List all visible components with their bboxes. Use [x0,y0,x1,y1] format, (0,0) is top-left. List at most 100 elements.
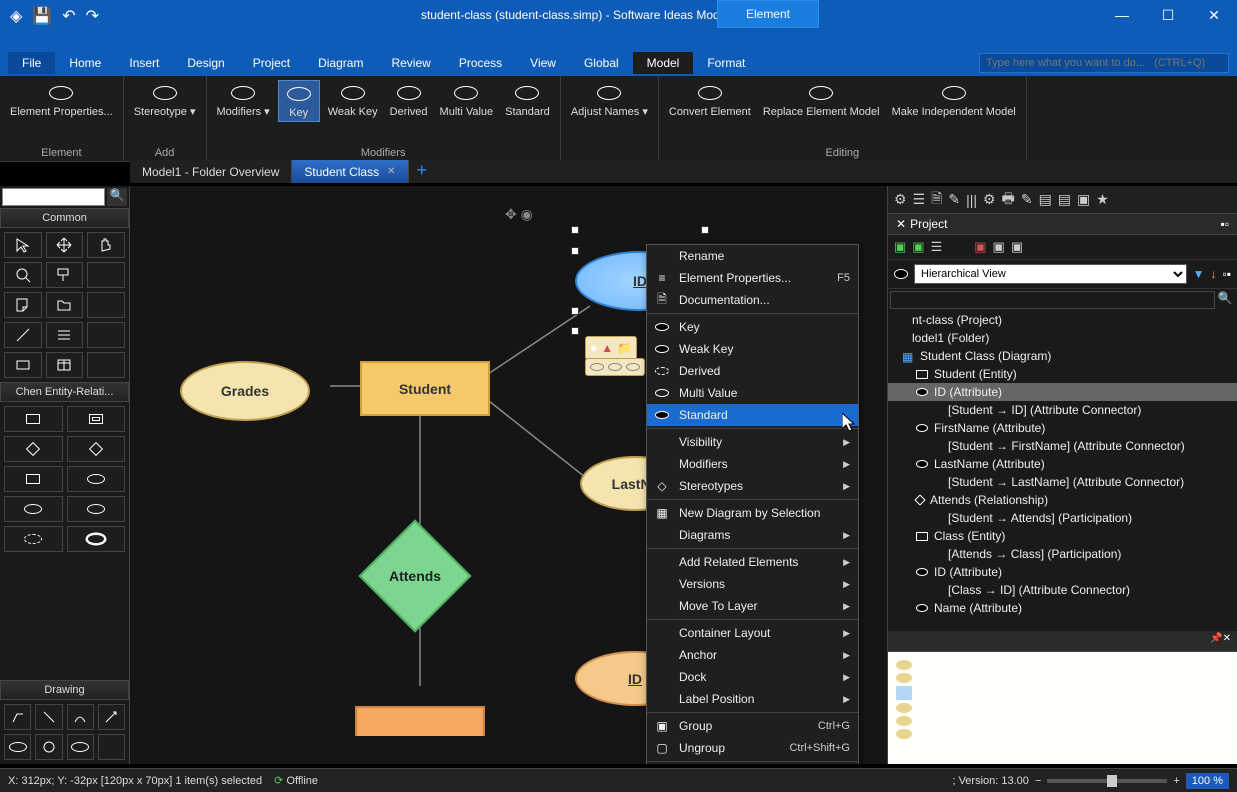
node-grades[interactable]: Grades [180,361,310,421]
proj-btn-icon[interactable]: ▣ [974,239,986,255]
redo-icon[interactable]: ↷ [86,6,99,26]
ctx-group[interactable]: ▣GroupCtrl+G [647,715,858,737]
node-class-partial[interactable] [355,706,485,736]
ctx-add-related-elements[interactable]: Add Related Elements▶ [647,551,858,573]
ctx-stereotypes[interactable]: ◇Stereotypes▶ [647,475,858,497]
menu-insert[interactable]: Insert [115,52,173,74]
side-tool-icon[interactable]: ▤ [1039,191,1052,208]
tool-draw-oval[interactable] [4,734,31,760]
side-tool-icon[interactable]: ☰ [913,191,926,208]
side-tool-icon[interactable]: ✎ [1021,191,1033,208]
tool-table[interactable] [46,352,84,378]
tool-blank1[interactable] [87,262,125,288]
project-tree[interactable]: nt-class (Project)lodel1 (Folder)▦Studen… [888,311,1237,631]
tree-row[interactable]: nt-class (Project) [888,311,1237,329]
toolbox-category-drawing[interactable]: Drawing [0,680,129,700]
tool-blank2[interactable] [87,292,125,318]
tool-chen-oval-dbl[interactable] [67,526,126,552]
tree-row[interactable]: [Student → Attends] (Participation) [888,509,1237,527]
ctx-modifiers[interactable]: Modifiers▶ [647,453,858,475]
panel-menu-icon[interactable]: ▪▫ [1220,217,1229,231]
proj-btn-icon[interactable]: ▣ [1011,239,1023,255]
menu-diagram[interactable]: Diagram [304,52,377,74]
menu-process[interactable]: Process [445,52,516,74]
tree-row[interactable]: [Student → ID] (Attribute Connector) [888,401,1237,419]
ctx-derived[interactable]: Derived [647,360,858,382]
tree-row[interactable]: Name (Attribute) [888,599,1237,617]
tool-draw-circle[interactable] [35,734,62,760]
tool-chen-oval-dashed[interactable] [4,526,63,552]
tree-row[interactable]: Attends (Relationship) [888,491,1237,509]
zoom-out-button[interactable]: − [1035,775,1041,787]
side-tool-icon[interactable]: ⚙ [894,191,907,208]
tool-note[interactable] [4,292,42,318]
ribbon-multi-value[interactable]: Multi Value [436,80,498,120]
tool-draw-3[interactable] [67,704,94,730]
view-select[interactable]: Hierarchical View [914,264,1187,284]
side-tool-icon[interactable]: ▤ [1058,191,1071,208]
menu-review[interactable]: Review [377,52,444,74]
layout-icon[interactable]: ▫▪ [1222,267,1231,281]
tool-draw-4[interactable] [98,704,125,730]
zoom-in-button[interactable]: + [1173,775,1179,787]
ctx-visibility[interactable]: Visibility▶ [647,431,858,453]
tree-row[interactable]: [Class → ID] (Attribute Connector) [888,581,1237,599]
menu-project[interactable]: Project [239,52,304,74]
tool-chen-oval3[interactable] [67,496,126,522]
ctx-diagrams[interactable]: Diagrams▶ [647,524,858,546]
side-tool-icon[interactable]: ▣ [1077,191,1090,208]
toolbox-search-input[interactable] [2,188,105,206]
tree-row[interactable]: Student (Entity) [888,365,1237,383]
proj-btn-icon[interactable]: ▣ [894,239,906,255]
tool-zoom[interactable] [4,262,42,288]
tree-row[interactable]: [Student → FirstName] (Attribute Connect… [888,437,1237,455]
tell-me-search[interactable] [979,53,1229,73]
tool-draw-blank[interactable] [98,734,125,760]
element-mini-toolbar[interactable]: ●▲📁 [585,336,637,360]
menu-model[interactable]: Model [633,52,694,74]
contextual-tab-element[interactable]: Element [717,0,819,28]
close-button[interactable]: ✕ [1191,0,1237,30]
tool-line[interactable] [4,322,42,348]
search-icon[interactable]: 🔍 [107,188,127,206]
ribbon-element-properties-[interactable]: Element Properties... [6,80,117,120]
ctx-multi-value[interactable]: Multi Value [647,382,858,404]
tool-pointer[interactable] [4,232,42,258]
tool-move[interactable] [46,232,84,258]
tool-chen-diamond-dbl[interactable] [67,436,126,462]
ctx-standard[interactable]: Standard [647,404,858,426]
doc-tab[interactable]: Model1 - Folder Overview [130,160,292,183]
side-tool-icon[interactable]: 🖶 [1002,188,1015,212]
doc-tab[interactable]: Student Class✕ [292,160,408,183]
diagram-canvas[interactable]: Grades Student ID ●▲📁 LastNa Attends ID … [130,186,887,764]
side-tool-icon[interactable]: ✎ [948,191,960,208]
tree-row[interactable]: ▦Student Class (Diagram) [888,347,1237,365]
ribbon-replace-element-model[interactable]: Replace Element Model [759,80,884,120]
pin-icon[interactable]: 📌✕ [1210,633,1231,649]
ctx-label-position[interactable]: Label Position▶ [647,688,858,710]
tool-hlines[interactable] [46,322,84,348]
undo-icon[interactable]: ↶ [62,6,75,26]
tool-draw-1[interactable] [4,704,31,730]
search-icon[interactable]: 🔍 [1215,291,1235,309]
tell-me-input[interactable] [979,53,1229,73]
save-icon[interactable]: 💾 [32,6,52,26]
tool-draw-oval2[interactable] [67,734,94,760]
ctx-documentation-[interactable]: 🗎Documentation... [647,289,858,311]
zoom-slider[interactable] [1047,779,1167,783]
menu-home[interactable]: Home [55,52,115,74]
ctx-versions[interactable]: Versions▶ [647,573,858,595]
tree-row[interactable]: LastName (Attribute) [888,455,1237,473]
tree-row[interactable]: FirstName (Attribute) [888,419,1237,437]
ribbon-make-independent-model[interactable]: Make Independent Model [888,80,1020,120]
menu-design[interactable]: Design [173,52,238,74]
element-mini-toolbar-2[interactable] [585,358,645,376]
ribbon-derived[interactable]: Derived [386,80,432,120]
tool-chen-diamond[interactable] [4,436,63,462]
tree-row[interactable]: ID (Attribute) [888,563,1237,581]
menu-format[interactable]: Format [693,52,759,74]
zoom-value[interactable]: 100 % [1186,773,1229,789]
ribbon-weak-key[interactable]: Weak Key [324,80,382,120]
ctx-key[interactable]: Key [647,316,858,338]
close-tab-icon[interactable]: ✕ [387,166,395,177]
